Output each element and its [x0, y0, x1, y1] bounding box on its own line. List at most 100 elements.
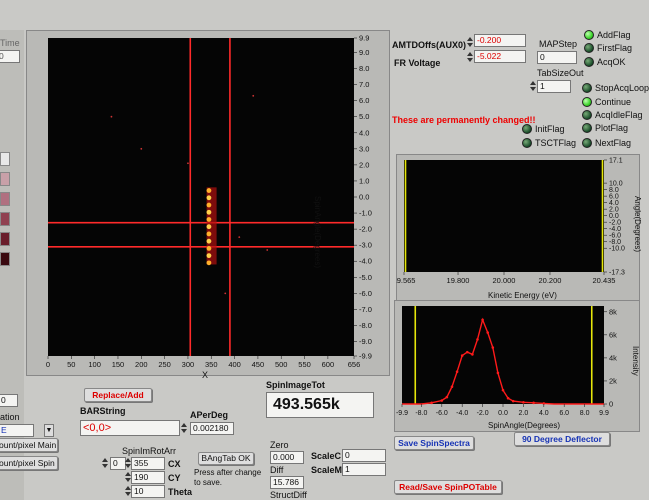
- amtdoffs-label: AMTDOffs(AUX0): [392, 40, 466, 50]
- barstring-field[interactable]: <0,0>: [80, 420, 180, 436]
- x-tick-label: 9.9: [599, 410, 609, 417]
- y-tick-label: -17.3: [609, 270, 625, 277]
- replace-add-button[interactable]: Replace/Add: [84, 388, 152, 402]
- x-tick-label: 100: [88, 360, 101, 369]
- signal-spot: [206, 231, 212, 237]
- y-tick-label: -7.0: [359, 305, 372, 314]
- mode-combo[interactable]: E: [0, 424, 34, 437]
- signal-spot: [206, 209, 212, 215]
- y-tick-label: 4k: [609, 353, 617, 362]
- nextflag-led-icon[interactable]: [582, 138, 592, 148]
- intensity-point: [455, 370, 459, 374]
- theta-field[interactable]: 10: [131, 485, 165, 498]
- intensity-point: [440, 399, 444, 402]
- plotflag-led-icon[interactable]: [582, 123, 592, 133]
- color-swatch-4[interactable]: [0, 212, 10, 226]
- mapstep-label: MAPStep: [539, 39, 578, 49]
- color-swatch-2[interactable]: [0, 172, 10, 186]
- color-swatch-6[interactable]: [0, 252, 10, 266]
- intensity-point: [486, 331, 489, 334]
- intensity-spectrum-chart[interactable]: -9.9 -8.0 -6.0 -4.0 -2.0 0.0 2.0 4.0 6.0 8.0 9.9 8…: [394, 300, 640, 432]
- x-tick-label: 250: [158, 360, 171, 369]
- y-tick-label: 17.1: [609, 158, 623, 165]
- left-value-field[interactable]: 0: [0, 394, 18, 407]
- noise-dot: [238, 236, 241, 239]
- energy-chart-x-label: Kinetic Energy (eV): [488, 291, 557, 300]
- intensity-point: [460, 354, 464, 357]
- bangtab-ok-button[interactable]: BAngTab OK: [198, 452, 254, 465]
- spinimagetot-label: SpinImageTot: [266, 380, 325, 390]
- x-tick-label: 450: [252, 360, 265, 369]
- signal-spot: [206, 253, 212, 259]
- tsctflag-label: TSCTFlag: [535, 138, 577, 148]
- mapstep-field[interactable]: 0: [537, 51, 577, 64]
- tabsizeout-field[interactable]: 1: [537, 80, 571, 93]
- energy-chart-canvas: [404, 160, 604, 272]
- y-tick-label: 1.0: [359, 176, 369, 185]
- continue-led-icon[interactable]: [582, 97, 592, 107]
- x-tick-label: 8.0: [580, 410, 590, 417]
- x-tick-label: 300: [182, 360, 195, 369]
- x-tick-label: -8.0: [415, 410, 427, 417]
- acqok-led-icon[interactable]: [584, 57, 594, 67]
- firstflag-led-icon[interactable]: [584, 43, 594, 53]
- count-pixel-spin-button[interactable]: ount/pixel Spin: [0, 456, 58, 470]
- scalec-label: ScaleC: [311, 451, 342, 461]
- amtdoffs-field[interactable]: -0.200: [474, 34, 526, 47]
- addflag-led-icon[interactable]: [584, 30, 594, 40]
- x-tick-label: 19.800: [447, 276, 470, 285]
- acqidleflag-led-icon[interactable]: [582, 110, 592, 120]
- intensity-point: [532, 401, 535, 405]
- x-tick-label: 2.0: [519, 410, 529, 417]
- y-tick-label: -2.0: [359, 225, 372, 234]
- plotflag-label: PlotFlag: [595, 123, 629, 133]
- scalem-field[interactable]: 1: [342, 463, 386, 476]
- aperdeg-field[interactable]: 0.002180: [190, 422, 234, 435]
- read-save-spinpotable-button[interactable]: Read/Save SpinPOTable: [394, 480, 502, 494]
- time-field[interactable]: 0: [0, 50, 20, 63]
- y-tick-label: -10.0: [609, 246, 625, 253]
- y-tick-label: 6.0: [359, 96, 369, 105]
- save-spinspectra-button[interactable]: Save SpinSpectra: [394, 436, 474, 450]
- color-swatch-1[interactable]: [0, 152, 10, 166]
- y-tick-label: 0.0: [359, 193, 369, 202]
- y-tick-label: -3.0: [359, 241, 372, 250]
- y-tick-label: 9.0: [359, 48, 369, 57]
- y-tick-label: 3.0: [359, 144, 369, 153]
- x-tick-label: 20.000: [493, 276, 516, 285]
- press-note-line1: Press after change: [194, 468, 262, 477]
- tsctflag-led-icon[interactable]: [522, 138, 532, 148]
- scalec-field[interactable]: 0: [342, 449, 386, 462]
- intensity-point: [471, 353, 474, 356]
- rot-index-increment-icon[interactable]: [101, 457, 110, 469]
- 90-degree-deflector-button[interactable]: 90 Degree Deflector: [514, 432, 610, 446]
- combo-arrow-icon[interactable]: ▼: [44, 424, 54, 437]
- cx-field[interactable]: 355: [131, 457, 165, 470]
- count-pixel-main-button[interactable]: ount/pixel Main: [0, 438, 58, 452]
- x-tick-label: -6.0: [436, 410, 448, 417]
- cy-field[interactable]: 190: [131, 471, 165, 484]
- acqok-label: AcqOK: [597, 57, 626, 67]
- aperdeg-increment-icon[interactable]: [180, 422, 189, 434]
- fr-voltage-field[interactable]: -5.022: [474, 50, 526, 63]
- addflag-label: AddFlag: [597, 30, 631, 40]
- scalem-label: ScaleM: [311, 465, 343, 475]
- signal-spot: [206, 260, 212, 266]
- image-y-axis-label: SpinAngle(Degrees): [313, 196, 322, 269]
- y-tick-label: 2.0: [359, 160, 369, 169]
- diff-display: 15.786: [270, 476, 304, 489]
- color-swatch-3[interactable]: [0, 192, 10, 206]
- press-note-line2: to save.: [194, 478, 223, 487]
- color-swatch-5[interactable]: [0, 232, 10, 246]
- stopacqloop-led-icon[interactable]: [582, 83, 592, 93]
- initflag-led-icon[interactable]: [522, 124, 532, 134]
- signal-spot: [206, 188, 212, 193]
- energy-angle-chart[interactable]: 19.56519.80020.00020.20020.435 17.110.08…: [396, 154, 640, 302]
- y-tick-label: 6k: [609, 330, 617, 339]
- x-tick-label: 20.435: [593, 276, 616, 285]
- stopacqloop-label: StopAcqLoop: [595, 83, 649, 93]
- intensity-point: [450, 385, 454, 389]
- spin-image-plot[interactable]: 0 50 100 150 200 250 300 350 400 450 500 550 600 656 …: [26, 30, 390, 376]
- x-tick-label: 19.565: [396, 276, 415, 285]
- y-tick-label: 8k: [609, 307, 617, 316]
